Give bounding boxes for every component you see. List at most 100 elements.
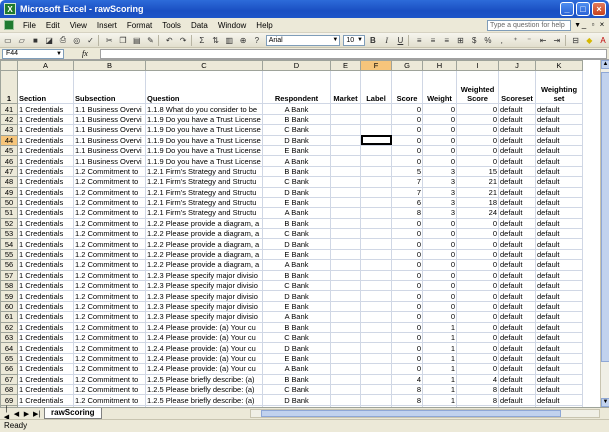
- cell-i50[interactable]: 18: [456, 196, 499, 209]
- menu-insert[interactable]: Insert: [92, 21, 122, 30]
- cell-e61[interactable]: [330, 311, 361, 323]
- worksheet-grid[interactable]: ABCDEFGHIJK 1 Section Subsection Question Re…: [0, 60, 600, 407]
- chevron-down-icon[interactable]: ▼: [56, 50, 62, 58]
- cell-d54[interactable]: D Bank: [262, 238, 331, 250]
- menu-file[interactable]: File: [18, 21, 41, 30]
- next-sheet-icon[interactable]: ▶: [23, 410, 30, 418]
- cell-b51[interactable]: 1.2 Commitment to: [73, 207, 146, 219]
- cell-d68[interactable]: C Bank: [262, 383, 331, 396]
- cell-f64[interactable]: [360, 342, 392, 354]
- cell-i48[interactable]: 21: [456, 176, 499, 188]
- cell-i51[interactable]: 24: [456, 207, 499, 219]
- cell-g53[interactable]: 0: [391, 228, 423, 240]
- column-header-h[interactable]: H: [422, 60, 457, 72]
- cell-h59[interactable]: 0: [422, 290, 457, 302]
- cell-d50[interactable]: E Bank: [262, 196, 331, 209]
- cell-i67[interactable]: 4: [456, 373, 499, 385]
- cell-h66[interactable]: 1: [422, 363, 457, 375]
- cell-h42[interactable]: 0: [422, 113, 457, 126]
- cell-i45[interactable]: 0: [456, 144, 499, 157]
- cell-f55[interactable]: [360, 248, 392, 261]
- cell-g42[interactable]: 0: [391, 113, 423, 126]
- cell-g47[interactable]: 5: [391, 165, 423, 178]
- cell-j54[interactable]: default: [498, 238, 536, 250]
- row-header[interactable]: 69: [0, 394, 18, 406]
- cell-b62[interactable]: 1.2 Commitment to: [73, 321, 146, 334]
- cell-f46[interactable]: [360, 155, 392, 167]
- increase-decimal-icon[interactable]: ⁺: [510, 35, 522, 46]
- cell-f44[interactable]: [360, 134, 392, 146]
- cell-d46[interactable]: A Bank: [262, 155, 331, 167]
- cell-g43[interactable]: 0: [391, 124, 423, 136]
- column-header-b[interactable]: B: [73, 60, 146, 72]
- cell-e60[interactable]: [330, 300, 361, 313]
- cell-j42[interactable]: default: [498, 113, 536, 126]
- cell-h51[interactable]: 3: [422, 207, 457, 219]
- cell-h46[interactable]: 0: [422, 155, 457, 167]
- menu-help[interactable]: Help: [251, 21, 277, 30]
- cell-k57[interactable]: default: [535, 269, 583, 282]
- cell-f52[interactable]: [360, 217, 392, 230]
- cell-a42[interactable]: 1 Credentials: [17, 113, 74, 126]
- cell-a46[interactable]: 1 Credentials: [17, 155, 74, 167]
- align-left-icon[interactable]: ≡: [413, 35, 425, 46]
- cell-a44[interactable]: 1 Credentials: [17, 134, 74, 146]
- save-icon[interactable]: ■: [30, 35, 42, 46]
- cell-h67[interactable]: 1: [422, 373, 457, 385]
- cell-h50[interactable]: 3: [422, 196, 457, 209]
- cell-b64[interactable]: 1.2 Commitment to: [73, 342, 146, 354]
- cell-k65[interactable]: default: [535, 352, 583, 365]
- cut-icon[interactable]: ✂: [103, 35, 115, 46]
- cell-b59[interactable]: 1.2 Commitment to: [73, 290, 146, 302]
- cell-b57[interactable]: 1.2 Commitment to: [73, 269, 146, 282]
- comma-button[interactable]: ,: [496, 35, 508, 46]
- cell-j50[interactable]: default: [498, 196, 536, 209]
- cell-c55[interactable]: 1.2.2 Please provide a diagram, a: [145, 248, 263, 261]
- cell-e42[interactable]: [330, 113, 361, 126]
- cell-g57[interactable]: 0: [391, 269, 423, 282]
- cell-c62[interactable]: 1.2.4 Please provide: (a) Your cu: [145, 321, 263, 334]
- cell-j61[interactable]: default: [498, 311, 536, 323]
- cell-a65[interactable]: 1 Credentials: [17, 352, 74, 365]
- cell-g50[interactable]: 6: [391, 196, 423, 209]
- cell-k56[interactable]: default: [535, 259, 583, 271]
- cell-i64[interactable]: 0: [456, 342, 499, 354]
- cell-b56[interactable]: 1.2 Commitment to: [73, 259, 146, 271]
- cell-b49[interactable]: 1.2 Commitment to: [73, 186, 146, 198]
- scroll-up-icon[interactable]: ▲: [601, 60, 609, 69]
- cell-i52[interactable]: 0: [456, 217, 499, 230]
- chevron-down-icon[interactable]: ▼: [357, 36, 363, 45]
- column-header-d[interactable]: D: [262, 60, 331, 72]
- cell-e65[interactable]: [330, 352, 361, 365]
- vertical-scroll-thumb[interactable]: [601, 72, 609, 362]
- cell-j67[interactable]: default: [498, 373, 536, 385]
- cell-j56[interactable]: default: [498, 259, 536, 271]
- cell-j46[interactable]: default: [498, 155, 536, 167]
- menu-tools[interactable]: Tools: [157, 21, 186, 30]
- cell-i63[interactable]: 0: [456, 331, 499, 344]
- cell-i65[interactable]: 0: [456, 352, 499, 365]
- cell-g45[interactable]: 0: [391, 144, 423, 157]
- cell-e43[interactable]: [330, 124, 361, 136]
- cell-b69[interactable]: 1.2 Commitment to: [73, 394, 146, 406]
- cell-k69[interactable]: default: [535, 394, 583, 406]
- cell-c47[interactable]: 1.2.1 Firm's Strategy and Structu: [145, 165, 263, 178]
- cell-b44[interactable]: 1.1 Business Overvi: [73, 134, 146, 146]
- cell-f49[interactable]: [360, 186, 392, 198]
- cell-k49[interactable]: default: [535, 186, 583, 198]
- cell-g61[interactable]: 0: [391, 311, 423, 323]
- cell-f45[interactable]: [360, 144, 392, 157]
- spelling-icon[interactable]: ✓: [85, 35, 97, 46]
- cell-k48[interactable]: default: [535, 176, 583, 188]
- new-icon[interactable]: ▭: [2, 35, 14, 46]
- cell-e46[interactable]: [330, 155, 361, 167]
- header-cell[interactable]: Weighted Score: [456, 70, 499, 105]
- cell-h62[interactable]: 1: [422, 321, 457, 334]
- column-header-j[interactable]: J: [498, 60, 536, 72]
- cell-j41[interactable]: default: [498, 103, 536, 115]
- cell-e52[interactable]: [330, 217, 361, 230]
- cell-i60[interactable]: 0: [456, 300, 499, 313]
- currency-button[interactable]: $: [468, 35, 480, 46]
- cell-a58[interactable]: 1 Credentials: [17, 280, 74, 292]
- header-cell[interactable]: Subsection: [73, 70, 146, 105]
